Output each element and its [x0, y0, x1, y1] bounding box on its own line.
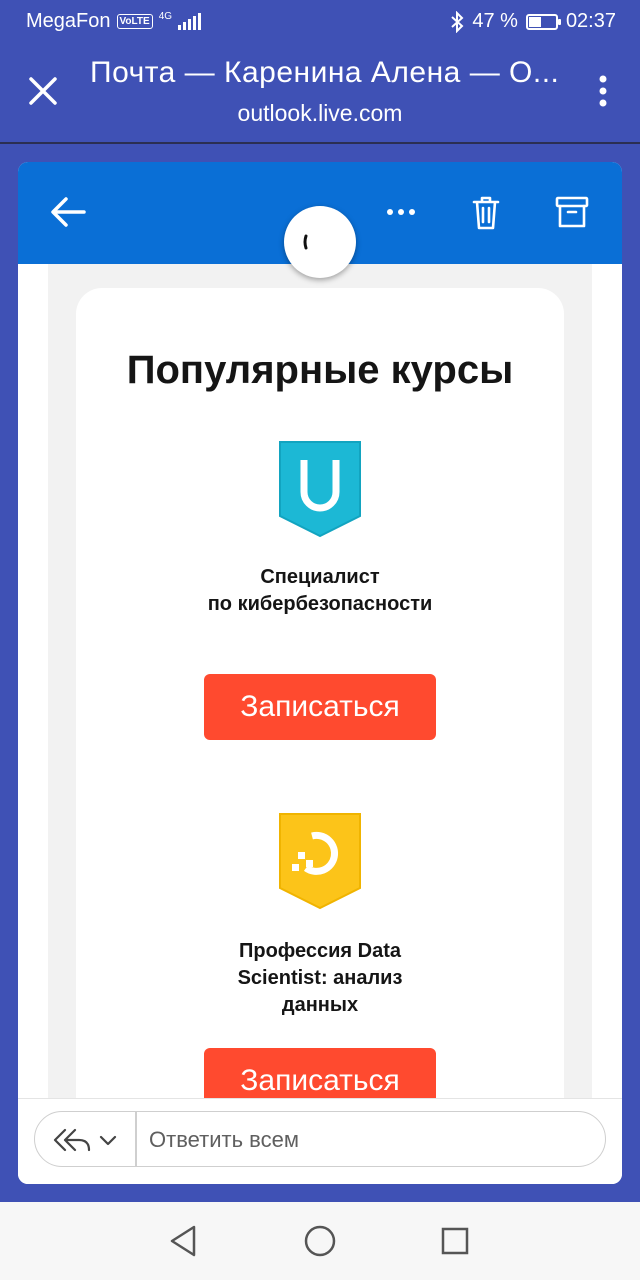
course-name-line: Scientist: анализ: [237, 967, 403, 989]
trash-icon[interactable]: [470, 192, 502, 232]
page-title: Почта — Каренина Алена — О...: [90, 56, 560, 89]
course-name-line: Профессия Data: [238, 940, 402, 962]
shield-cyber-icon: [279, 441, 361, 538]
reply-bar: Ответить всем: [18, 1098, 622, 1184]
status-bar: MegaFon VoLTE 4G 47 % 02:37: [0, 0, 640, 44]
enroll-button[interactable]: Записаться: [204, 674, 436, 740]
loading-spinner: [284, 206, 356, 278]
more-dots-icon[interactable]: [386, 192, 416, 232]
section-heading: Популярные курсы: [126, 348, 514, 392]
clock: 02:37: [565, 10, 616, 32]
archive-icon[interactable]: [554, 192, 590, 232]
reply-box[interactable]: Ответить всем: [34, 1111, 606, 1167]
carrier-name: MegaFon: [26, 10, 111, 32]
reply-input[interactable]: Ответить всем: [149, 1127, 299, 1153]
system-nav-bar: [0, 1202, 640, 1280]
nav-home-icon[interactable]: [303, 1224, 337, 1258]
reply-separator: [135, 1112, 137, 1166]
bluetooth-icon: [451, 10, 464, 33]
email-body[interactable]: Популярные курсы Специалист по кибербезо…: [48, 264, 592, 1100]
battery-percent: 47 %: [472, 10, 518, 32]
browser-toolbar: Почта — Каренина Алена — О... outlook.li…: [0, 44, 640, 142]
reply-all-icon[interactable]: [53, 1128, 123, 1152]
chevron-down-icon: [99, 1135, 117, 1146]
network-type: 4G: [158, 10, 173, 22]
nav-recents-icon[interactable]: [440, 1226, 470, 1256]
status-left: MegaFon VoLTE 4G: [26, 10, 202, 33]
data-science-badge-icon: [279, 813, 361, 910]
nav-back-icon[interactable]: [168, 1224, 198, 1258]
signal-icon: [178, 12, 202, 30]
spinner-icon: [303, 234, 308, 250]
page-url: outlook.live.com: [237, 100, 403, 126]
browser-divider: [0, 142, 640, 144]
volte-badge: VoLTE: [116, 14, 153, 29]
battery-icon: [525, 13, 561, 30]
mail-panel: Популярные курсы Специалист по кибербезо…: [18, 162, 622, 1184]
course-name-line: данных: [281, 994, 359, 1016]
course-name: Специалист по кибербезопасности: [116, 564, 524, 618]
more-vert-icon[interactable]: [598, 74, 608, 108]
course-name-line: по кибербезопасности: [207, 593, 433, 615]
courses-card: Популярные курсы Специалист по кибербезо…: [76, 288, 564, 1100]
back-arrow-icon[interactable]: [50, 192, 86, 232]
status-right: 47 % 02:37: [450, 10, 616, 33]
enroll-button[interactable]: Записаться: [204, 1048, 436, 1100]
course-name-line: Специалист: [260, 566, 380, 588]
course-name: Профессия Data Scientist: анализ данных: [116, 938, 524, 1019]
close-icon[interactable]: [26, 74, 60, 108]
